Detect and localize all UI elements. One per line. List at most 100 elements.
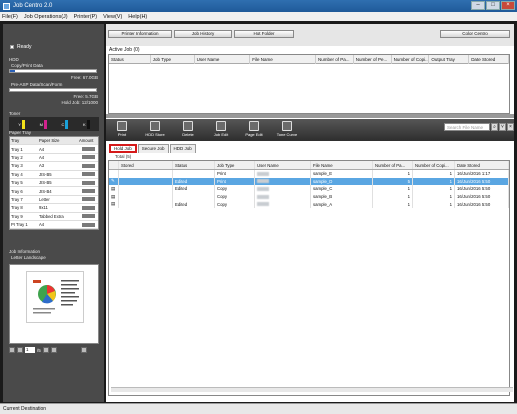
search-input[interactable]: Search File Name [444,123,490,131]
job-col-header[interactable]: Number of Pa... [373,161,413,169]
tray-name: Tray 7 [11,196,23,202]
tray-name: PI Tray 1 [11,222,28,228]
active-job-col-header[interactable]: User Name [195,54,251,64]
first-page-button[interactable] [9,347,15,353]
hdd-store-button[interactable]: HDD Store [143,120,167,140]
last-page-button[interactable] [50,347,57,353]
tray-paper-size: A3 [39,163,45,169]
job-col-header[interactable] [109,161,119,169]
tray-name: Tray 6 [11,188,23,194]
delete-icon [183,121,193,131]
table-row[interactable]: ▤ Edited Copy sample_C 1 1 16/Jun/2016 5:50 [109,185,509,193]
tray-paper-size: 9x11 [39,205,48,211]
left-status-pane: Ready HDD Copy/Print Data Free: 67.0GB P… [3,24,104,402]
stored-cell [119,192,173,201]
menu-printer[interactable]: Printer(P) [74,14,98,20]
file-name-cell: sample_D [311,177,373,186]
job-type-cell: Copy [215,200,255,208]
horizontal-scrollbar[interactable] [111,387,513,392]
toner-level-icon [65,119,69,129]
job-type-cell: Copy [215,185,255,193]
job-history-button[interactable]: Job History [174,30,232,38]
paper-amount-icon [82,222,95,227]
page-total: /5 [37,347,41,353]
printer-information-button[interactable]: Printer Information [108,30,172,38]
job-col-header[interactable]: Job Type [215,161,255,169]
file-name-cell: sample_E [311,170,373,178]
maximize-button[interactable]: □ [486,1,500,10]
delete-button[interactable]: Delete [176,120,200,140]
tray-paper-size: A4 [39,222,45,228]
prev-page-button[interactable] [17,347,23,353]
close-button[interactable]: × [501,1,515,10]
pages-cell: 1 [373,170,413,178]
next-page-button[interactable] [42,347,49,353]
pages-cell: 1 [373,185,413,193]
print-button[interactable]: Print [110,120,134,140]
active-job-col-header[interactable]: Date Stored [469,54,509,64]
page-number-field[interactable]: 1 [25,347,35,353]
menu-view[interactable]: View(V) [103,14,122,20]
table-row[interactable]: ▤ Edited Copy sample_A 1 1 16/Jun/2016 5:50 [109,200,509,208]
active-job-col-header[interactable]: Job Type [151,54,195,64]
zoom-button[interactable] [80,347,87,353]
search-icon[interactable]: ⌕ [491,123,498,131]
job-col-header[interactable]: Stored [119,161,173,169]
tray-row: Tray 7 Letter [10,196,98,205]
job-col-header[interactable]: User Name [255,161,311,169]
copies-cell: 1 [413,177,455,186]
preview-page-image [26,271,84,323]
paper-size-col-header: Paper Size [39,138,60,144]
tab-hold-job[interactable]: Hold Job [109,144,137,153]
table-row[interactable]: Print sample_E 1 1 16/Jun/2016 1:17 [109,170,509,178]
job-edit-button[interactable]: Job Edit [209,120,233,140]
job-col-header[interactable]: File Name [311,161,373,169]
active-job-col-header[interactable]: Number of Copi... [392,54,430,64]
active-job-label: Active Job (0) [109,47,140,53]
toner-level-icon [43,119,47,129]
pane-splitter[interactable] [106,114,514,118]
row-type-icon: ▤ [109,200,119,208]
active-job-col-header[interactable]: Number of Pa... [316,54,354,64]
job-col-header[interactable]: Date Stored [455,161,509,169]
tab-secure-job[interactable]: Secure Job [137,144,169,153]
paper-amount-icon [82,163,95,168]
menu-job-operations[interactable]: Job Operations(J) [24,14,68,20]
hdd-label: HDD [9,57,19,62]
amount-col-header: Amount [79,138,94,144]
chevron-down-icon[interactable]: ˅ [499,123,506,131]
toner-c: C [62,119,69,129]
menu-file[interactable]: File(F) [2,14,18,20]
page-edit-button[interactable]: Page Edit [242,120,266,140]
hot-folder-button[interactable]: Hot Folder [234,30,294,38]
file-name-cell: sample_B [311,192,373,201]
job-tabs: Hold Job Secure Job HDD Job [109,144,197,153]
job-type-cell: Print [215,177,255,186]
window-title: Job Centro 2.0 [13,3,53,9]
tray-table-header: Tray Paper Size Amount [10,137,98,146]
menu-help[interactable]: Help(H) [128,14,147,20]
color-centro-button[interactable]: Color Centro [440,30,510,38]
tray-row: Tray 5 JIS-B5 [10,179,98,188]
job-type-cell: Copy [215,192,255,201]
user-name-cell [255,177,311,186]
active-job-col-header[interactable]: Output Tray [429,54,470,64]
toner-label: Toner [9,111,21,116]
pages-cell: 1 [373,192,413,201]
page-edit-icon [249,121,259,131]
active-job-col-header[interactable]: Status [109,54,151,64]
job-preview [9,264,99,344]
active-job-col-header[interactable]: File Name [250,54,316,64]
tray-name: Tray 9 [11,213,23,219]
table-row[interactable]: ▤ Copy sample_B 1 1 16/Jun/2016 5:50 [109,192,509,201]
tray-name: Tray 2 [11,154,23,160]
tone-curve-button[interactable]: Tone Curve [275,120,299,140]
table-row[interactable]: ✎ Edited Print sample_D 5 1 16/Jun/2016 5:50 [109,177,509,186]
job-col-header[interactable]: Status [173,161,215,169]
job-col-header[interactable]: Number of Copi... [413,161,455,169]
row-type-icon: ▤ [109,185,119,193]
minimize-button[interactable]: – [471,1,485,10]
clear-icon[interactable]: × [507,123,514,131]
tab-hdd-job[interactable]: HDD Job [169,144,196,153]
active-job-col-header[interactable]: Number of Pe... [354,54,392,64]
